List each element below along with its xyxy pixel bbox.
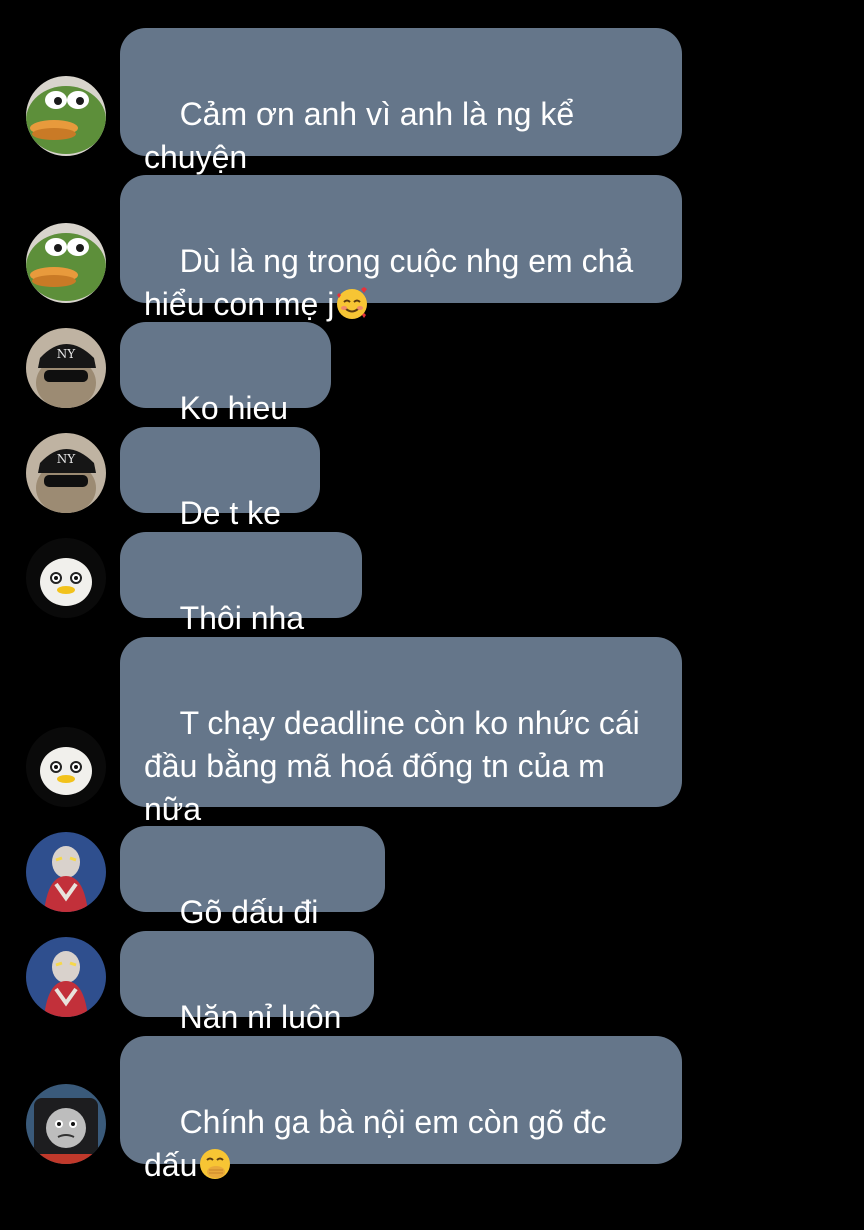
- train-avatar-icon: [26, 1084, 106, 1164]
- smiling-face-with-hearts-icon: [334, 285, 370, 321]
- message-row: NY De t ke lai: [0, 427, 864, 574]
- message-bubble[interactable]: De t ke lai: [120, 427, 320, 574]
- pepe-avatar-icon: [26, 223, 106, 303]
- cat-avatar-icon: NY: [26, 328, 106, 408]
- message-bubble[interactable]: Năn nỉ luôn á: [120, 931, 374, 1078]
- svg-text:NY: NY: [57, 347, 77, 361]
- message-bubble[interactable]: Chính ga bà nội em còn gõ đc dấu: [120, 1036, 682, 1183]
- message-row: Dù là ng trong cuộc nhg em chả hiểu con …: [0, 175, 864, 322]
- avatar-hero[interactable]: [26, 832, 106, 912]
- avatar-duck[interactable]: [26, 538, 106, 618]
- hero-avatar-icon: [26, 937, 106, 1017]
- avatar-cat[interactable]: NY: [26, 433, 106, 513]
- message-row: T chạy deadline còn ko nhức cái đầu bằng…: [0, 637, 864, 827]
- message-bubble[interactable]: Cảm ơn anh vì anh là ng kể chuyện: [120, 28, 682, 175]
- avatar-pepe[interactable]: [26, 76, 106, 156]
- hero-avatar-icon: [26, 832, 106, 912]
- message-row: Thôi nha má: [0, 532, 864, 679]
- avatar-train[interactable]: [26, 1084, 106, 1164]
- message-row: Chính ga bà nội em còn gõ đc dấu: [0, 1036, 864, 1183]
- svg-text:NY: NY: [57, 452, 77, 466]
- avatar-pepe[interactable]: [26, 223, 106, 303]
- message-row: Gõ dấu đi anh: [0, 826, 864, 973]
- message-text: T chạy deadline còn ko nhức cái đầu bằng…: [144, 705, 649, 827]
- cat-avatar-icon: NY: [26, 433, 106, 513]
- message-bubble[interactable]: Dù là ng trong cuộc nhg em chả hiểu con …: [120, 175, 682, 322]
- face-with-hand-over-mouth-icon: [197, 1146, 233, 1182]
- duck-avatar-icon: [26, 538, 106, 618]
- message-bubble[interactable]: Gõ dấu đi anh: [120, 826, 385, 973]
- message-bubble[interactable]: Ko hieu hả: [120, 322, 331, 469]
- avatar-duck[interactable]: [26, 727, 106, 807]
- duck-avatar-icon: [26, 727, 106, 807]
- pepe-avatar-icon: [26, 76, 106, 156]
- message-row: NY Ko hieu hả: [0, 322, 864, 469]
- avatar-cat[interactable]: NY: [26, 328, 106, 408]
- avatar-hero[interactable]: [26, 937, 106, 1017]
- message-bubble[interactable]: T chạy deadline còn ko nhức cái đầu bằng…: [120, 637, 682, 827]
- message-text: Cảm ơn anh vì anh là ng kể chuyện: [144, 96, 583, 175]
- message-row: Cảm ơn anh vì anh là ng kể chuyện: [0, 28, 864, 175]
- message-bubble[interactable]: Thôi nha má: [120, 532, 362, 679]
- message-row: Năn nỉ luôn á: [0, 931, 864, 1078]
- message-text: Dù là ng trong cuộc nhg em chả hiểu con …: [144, 243, 643, 322]
